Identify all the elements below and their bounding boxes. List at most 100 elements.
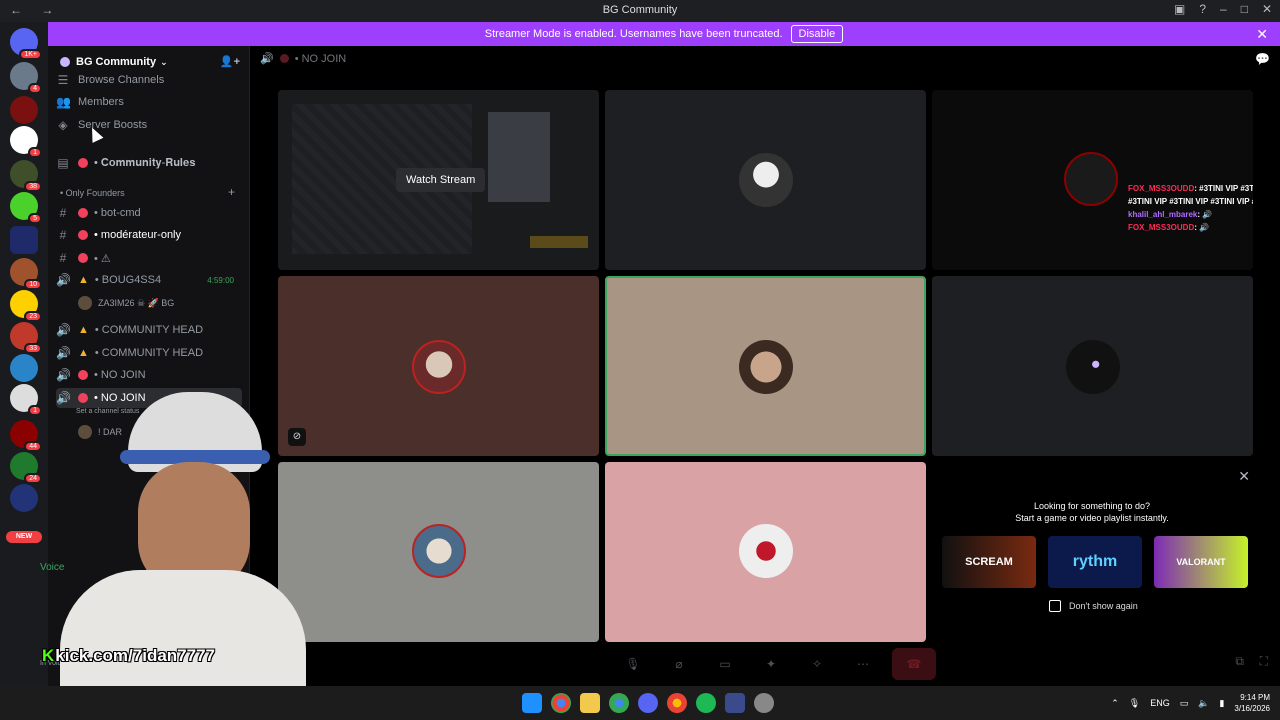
chat-line: #3TINI VIP #3TINI VIP #3TINI VIP #3TINI … (1128, 195, 1253, 208)
add-channel-icon[interactable]: + (228, 185, 235, 199)
soundboard-button[interactable]: ✧ (800, 651, 834, 677)
channel-label: • modérateur-only (94, 229, 182, 241)
file-explorer-icon[interactable] (580, 693, 600, 713)
close-window-button[interactable]: ✕ (1262, 2, 1272, 16)
help-icon[interactable]: ? (1199, 2, 1206, 16)
camera-button[interactable]: ⌀ (662, 651, 696, 677)
app-icon[interactable] (725, 693, 745, 713)
chrome-icon[interactable] (609, 693, 629, 713)
chat-icon[interactable]: 💬 (1255, 52, 1270, 66)
kick-logo: K (42, 646, 55, 665)
activity-list: SCREAM rythm VALORANT (942, 536, 1248, 588)
server-boosts-item[interactable]: ◈ Server Boosts (56, 115, 242, 135)
avatar (1064, 152, 1118, 206)
battery-icon[interactable]: ▮ (1219, 698, 1224, 709)
participant-tile[interactable] (605, 90, 926, 270)
title-bar: ← → BG Community ▣ ? – □ ✕ (0, 0, 1280, 22)
shirt-shape (60, 570, 306, 686)
activity-rythm[interactable]: rythm (1048, 536, 1142, 588)
minimize-button[interactable]: – (1220, 2, 1227, 16)
server-icon[interactable] (10, 354, 38, 382)
close-promo-icon[interactable]: ✕ (1238, 468, 1250, 485)
streamer-mode-banner: Streamer Mode is enabled. Usernames have… (48, 22, 1280, 46)
server-icon[interactable] (10, 96, 38, 124)
channel-warning[interactable]: # • ⚠ (56, 248, 242, 268)
channel-moderateur-only[interactable]: # • modérateur-only (56, 225, 242, 245)
server-badge: 38 (24, 181, 42, 192)
participant-tile[interactable] (932, 276, 1253, 456)
activity-promo: ✕ Looking for something to do? Start a g… (932, 460, 1252, 640)
inbox-icon[interactable]: ▣ (1174, 2, 1185, 16)
start-icon[interactable] (522, 693, 542, 713)
call-controls: 🎙 ⌀ ▭ ✦ ✧ ⋯ ☎ (616, 648, 936, 680)
watch-stream-button[interactable]: Watch Stream (396, 168, 486, 192)
clock[interactable]: 9:14 PM 3/16/2026 (1234, 692, 1270, 714)
warning-icon: ▲ (78, 324, 89, 336)
home-badge: 1K+ (19, 49, 42, 60)
voice-user[interactable]: ZA3IM26 ☠ 🚀 BG (78, 294, 242, 312)
network-icon[interactable]: ▭ (1180, 698, 1189, 709)
activity-valorant[interactable]: VALORANT (1154, 536, 1248, 588)
channel-bot-cmd[interactable]: # • bot-cmd (56, 203, 242, 223)
channel-label: • 𝐂𝐨𝐦𝐦𝐮𝐧𝐢𝐭𝐲-𝐑𝐮𝐥𝐞𝐬 (94, 156, 196, 169)
category-only-founders[interactable]: • Only Founders (60, 188, 125, 198)
taskbar: ⌃ 🎙 ENG ▭ 🔈 ▮ 9:14 PM 3/16/2026 (0, 686, 1280, 720)
disable-streamer-mode-button[interactable]: Disable (790, 25, 844, 43)
server-icon[interactable]: 1 (10, 126, 42, 158)
participant-tile[interactable]: ⊘ (278, 276, 599, 456)
server-icon[interactable]: 4 (10, 62, 42, 94)
chat-msg: : 🔊 (1194, 223, 1210, 232)
microphone-icon[interactable]: 🎙 (1129, 698, 1140, 709)
server-icon[interactable]: 38 (10, 160, 42, 192)
volume-icon[interactable]: 🔈 (1198, 698, 1209, 709)
settings-icon[interactable] (754, 693, 774, 713)
server-icon[interactable]: 5 (10, 192, 42, 224)
popout-icon[interactable]: ⧉ (1235, 654, 1244, 669)
invite-people-icon[interactable]: 👤+ (220, 55, 240, 68)
members-item[interactable]: 👥 Members (56, 92, 242, 112)
fullscreen-icon[interactable]: ⛶ (1260, 654, 1268, 669)
speaker-icon: 🔊 (260, 53, 274, 65)
screen-share-button[interactable]: ▭ (708, 651, 742, 677)
no-entry-icon (78, 230, 88, 240)
voice-channel-community-head[interactable]: 🔊 ▲ • COMMUNITY HEAD (56, 320, 242, 340)
hash-icon: # (59, 206, 67, 220)
promo-text: Looking for something to do? Start a gam… (932, 500, 1252, 524)
server-icon[interactable]: 33 (10, 322, 42, 354)
maximize-button[interactable]: □ (1241, 2, 1248, 16)
voice-channel-boug4ss4[interactable]: 🔊 ▲ • BOUG4SS4 4:59:00 (56, 270, 242, 290)
participant-tile[interactable] (605, 462, 926, 642)
hash-icon: # (59, 251, 67, 265)
channel-community-rules[interactable]: ▤ • 𝐂𝐨𝐦𝐦𝐮𝐧𝐢𝐭𝐲-𝐑𝐮𝐥𝐞𝐬 (56, 153, 242, 173)
language-indicator[interactable]: ENG (1150, 698, 1170, 708)
participant-tile[interactable] (278, 462, 599, 642)
chevron-up-icon[interactable]: ⌃ (1111, 698, 1119, 709)
channel-label: • COMMUNITY HEAD (94, 324, 204, 336)
chrome-canary-icon[interactable] (667, 693, 687, 713)
folder-icon[interactable] (10, 226, 38, 254)
server-icon[interactable]: 23 (10, 290, 42, 322)
participant-tile[interactable]: FOX_MSS3OUDD: #3TINI VIP #3TINI VIP #3TI… (932, 90, 1253, 270)
more-options-button[interactable]: ⋯ (846, 651, 880, 677)
discord-icon[interactable] (638, 693, 658, 713)
browse-channels-item[interactable]: ☰ Browse Channels (56, 70, 242, 90)
dont-show-checkbox[interactable]: Don't show again (1049, 600, 1138, 612)
close-banner-icon[interactable]: ✕ (1256, 26, 1268, 43)
participant-tile-speaking[interactable] (605, 276, 926, 456)
channel-header: 🔊 • NO JOIN (260, 52, 346, 66)
activity-scream[interactable]: SCREAM (942, 536, 1036, 588)
checkbox-box[interactable] (1049, 600, 1061, 612)
stream-tile[interactable]: Watch Stream (278, 90, 599, 270)
disconnect-button[interactable]: ☎ (892, 648, 936, 680)
browse-icon: ☰ (57, 73, 69, 87)
home-button[interactable]: 1K+ (10, 28, 42, 60)
item-label: Members (78, 96, 124, 108)
voice-channel-community-head[interactable]: 🔊 ▲ • COMMUNITY HEAD (56, 343, 242, 363)
speaker-icon: 🔊 (56, 346, 71, 360)
chrome-icon[interactable] (551, 693, 571, 713)
activities-button[interactable]: ✦ (754, 651, 788, 677)
microphone-button[interactable]: 🎙 (616, 651, 650, 677)
spotify-icon[interactable] (696, 693, 716, 713)
server-icon[interactable]: 10 (10, 258, 42, 290)
promo-line-1: Looking for something to do? (1033, 501, 1151, 511)
